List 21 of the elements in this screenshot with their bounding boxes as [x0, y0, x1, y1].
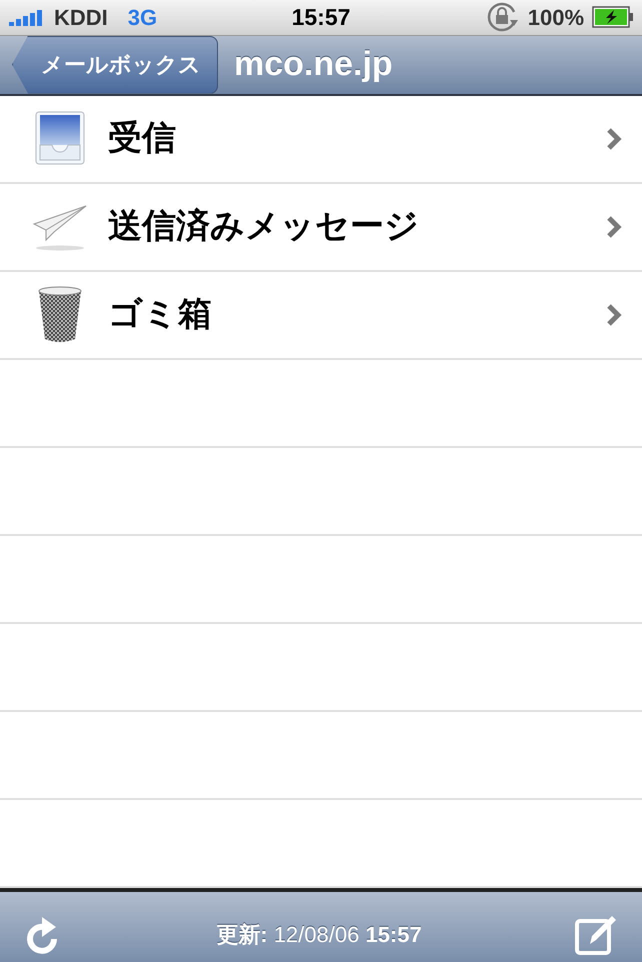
mailbox-row[interactable]: 受信 — [0, 96, 642, 184]
status-time: 15:57 — [292, 3, 350, 32]
battery-percent: 100% — [528, 4, 584, 32]
chevron-icon — [606, 214, 622, 238]
compose-icon[interactable] — [574, 914, 618, 956]
trash-can-icon — [36, 284, 84, 344]
network-type: 3G — [128, 4, 158, 32]
chevron-icon — [606, 126, 622, 150]
battery-icon — [592, 6, 634, 28]
mailbox-label: 送信済みメッセージ — [108, 206, 420, 247]
rotation-lock-icon — [486, 2, 520, 32]
chevron-icon — [606, 302, 622, 326]
mailbox-label: 受信 — [108, 118, 177, 159]
mailbox-label: ゴミ箱 — [108, 294, 213, 335]
carrier-name: KDDI — [54, 4, 108, 32]
nav-title: mco.ne.jp — [234, 44, 393, 85]
mailbox-row[interactable]: ゴミ箱 — [0, 272, 642, 360]
inbox-tray-icon — [34, 110, 86, 168]
updated-time: 更新: 12/08/06 15:57 — [216, 921, 422, 949]
back-button[interactable]: メールボックス — [12, 36, 218, 94]
mailbox-row[interactable]: 送信済みメッセージ — [0, 184, 642, 272]
